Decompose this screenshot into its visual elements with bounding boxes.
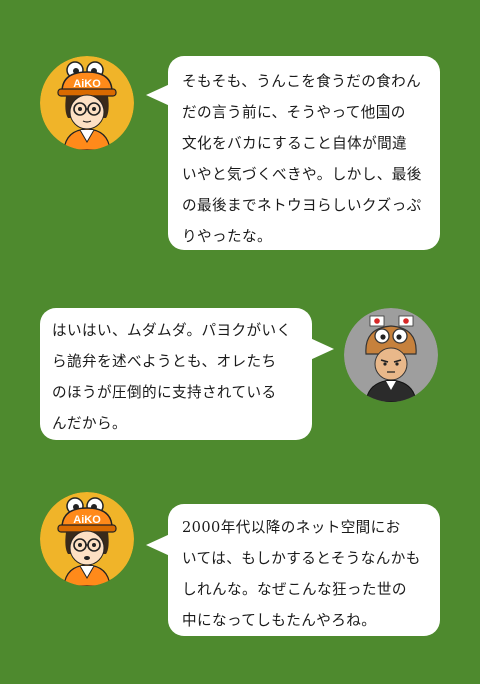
dialogue-line: いやと気づくべきや。しかし、最後 — [182, 166, 422, 183]
speech-bubble: そもそも、うんこを食うだの食わん だの言う前に、そうやって他国の 文化をバカにす… — [146, 56, 440, 250]
netouyo-avatar — [344, 308, 438, 402]
speech-bubble: はいはい、ムダムダ。パヨクがいく ら詭弁を述べようとも、オレたち のほうが圧倒的… — [40, 308, 334, 440]
aiko-avatar: AiKO — [40, 56, 134, 150]
dialogue-line: 中になってしもたんやろね。 — [182, 612, 377, 629]
dialogue-line: んだから。 — [52, 415, 127, 432]
dialogue-line: ら詭弁を述べようとも、オレたち — [52, 353, 277, 370]
dialogue-line: だの言う前に、そうやって他国の — [182, 104, 406, 121]
aiko-avatar: AiKO — [40, 492, 134, 586]
dialogue-line: 2000年代以降のネット空間にお — [182, 519, 401, 536]
dialogue-line: 文化をバカにすること自体が間違 — [182, 135, 408, 152]
dialogue-line: りやったな。 — [182, 228, 272, 245]
bubble-tail — [146, 84, 170, 106]
cap-logo-text: AiKO — [73, 78, 101, 90]
dialogue-line: そもそも、うんこを食うだの食わん — [182, 73, 422, 90]
dialogue-line: の最後までネトウヨらしいクズっぷ — [182, 197, 422, 214]
speech-bubble: 2000年代以降のネット空間にお いては、もしかするとそうなんかも しれんな。な… — [146, 504, 440, 636]
bubble-tail — [310, 338, 334, 360]
dialogue-line: はいはい、ムダムダ。パヨクがいく — [52, 322, 292, 339]
cap-logo-text: AiKO — [73, 514, 101, 526]
dialogue-line: のほうが圧倒的に支持されている — [52, 384, 277, 401]
bubble-tail — [146, 534, 170, 556]
dialogue-line: しれんな。なぜこんな狂った世の — [182, 581, 407, 598]
dialogue-line: いては、もしかするとそうなんかも — [182, 550, 421, 567]
